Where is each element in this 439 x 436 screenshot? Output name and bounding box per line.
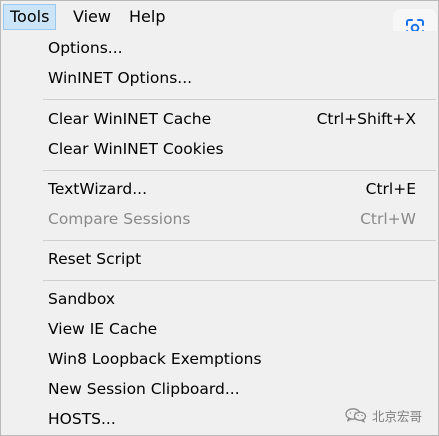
menu-item-clear-wininet-cache-label: Clear WinINET Cache: [48, 110, 212, 128]
menu-item-compare-sessions: Compare Sessions Ctrl+W: [1, 205, 438, 233]
menu-item-view-ie-cache[interactable]: View IE Cache: [1, 315, 438, 343]
menu-item-hosts-label: HOSTS...: [48, 410, 116, 428]
menu-separator: [43, 240, 436, 241]
menu-item-win8-loopback-exemptions-label: Win8 Loopback Exemptions: [48, 350, 262, 368]
tools-dropdown-menu: Options... WinINET Options... Clear WinI…: [1, 31, 438, 435]
menu-item-clear-wininet-cookies-label: Clear WinINET Cookies: [48, 140, 224, 158]
menu-item-textwizard[interactable]: TextWizard... Ctrl+E: [1, 175, 438, 203]
menu-item-clear-wininet-cache-shortcut: Ctrl+Shift+X: [316, 110, 416, 128]
menu-tools-label: Tools: [10, 7, 50, 26]
menu-help[interactable]: Help: [123, 4, 171, 30]
menu-item-sandbox-label: Sandbox: [48, 290, 116, 308]
menu-separator: [43, 170, 436, 171]
menu-help-label: Help: [129, 7, 166, 26]
menu-item-sandbox[interactable]: Sandbox: [1, 285, 438, 313]
menu-item-view-ie-cache-label: View IE Cache: [48, 320, 158, 338]
menu-item-compare-sessions-label: Compare Sessions: [48, 210, 191, 228]
menu-item-reset-script-label: Reset Script: [48, 250, 142, 268]
menu-separator: [43, 280, 436, 281]
menu-item-clear-wininet-cache[interactable]: Clear WinINET Cache Ctrl+Shift+X: [1, 105, 438, 133]
menu-item-wininet-options[interactable]: WinINET Options...: [1, 64, 438, 92]
fiddler-tools-menu-screenshot: Tools View Help Options... WinINET Optio…: [0, 0, 439, 436]
menu-item-textwizard-label: TextWizard...: [48, 180, 147, 198]
watermark-text: 北京宏哥: [372, 408, 423, 424]
menu-separator: [43, 99, 436, 100]
menu-item-win8-loopback-exemptions[interactable]: Win8 Loopback Exemptions: [1, 345, 438, 373]
menu-tools[interactable]: Tools: [3, 4, 57, 30]
menu-item-options[interactable]: Options...: [1, 34, 438, 62]
menu-item-wininet-options-label: WinINET Options...: [48, 69, 193, 87]
menu-item-compare-sessions-shortcut: Ctrl+W: [360, 210, 416, 228]
menu-item-new-session-clipboard[interactable]: New Session Clipboard...: [1, 375, 438, 403]
wechat-icon: [345, 408, 367, 423]
menu-bar: Tools View Help: [1, 1, 438, 33]
menu-item-textwizard-shortcut: Ctrl+E: [365, 180, 416, 198]
menu-view[interactable]: View: [67, 4, 117, 30]
menu-view-label: View: [73, 7, 111, 26]
menu-item-new-session-clipboard-label: New Session Clipboard...: [48, 380, 240, 398]
menu-item-reset-script[interactable]: Reset Script: [1, 245, 438, 273]
menu-item-clear-wininet-cookies[interactable]: Clear WinINET Cookies: [1, 135, 438, 163]
menu-item-options-label: Options...: [48, 39, 123, 57]
wechat-watermark: 北京宏哥: [345, 405, 422, 425]
